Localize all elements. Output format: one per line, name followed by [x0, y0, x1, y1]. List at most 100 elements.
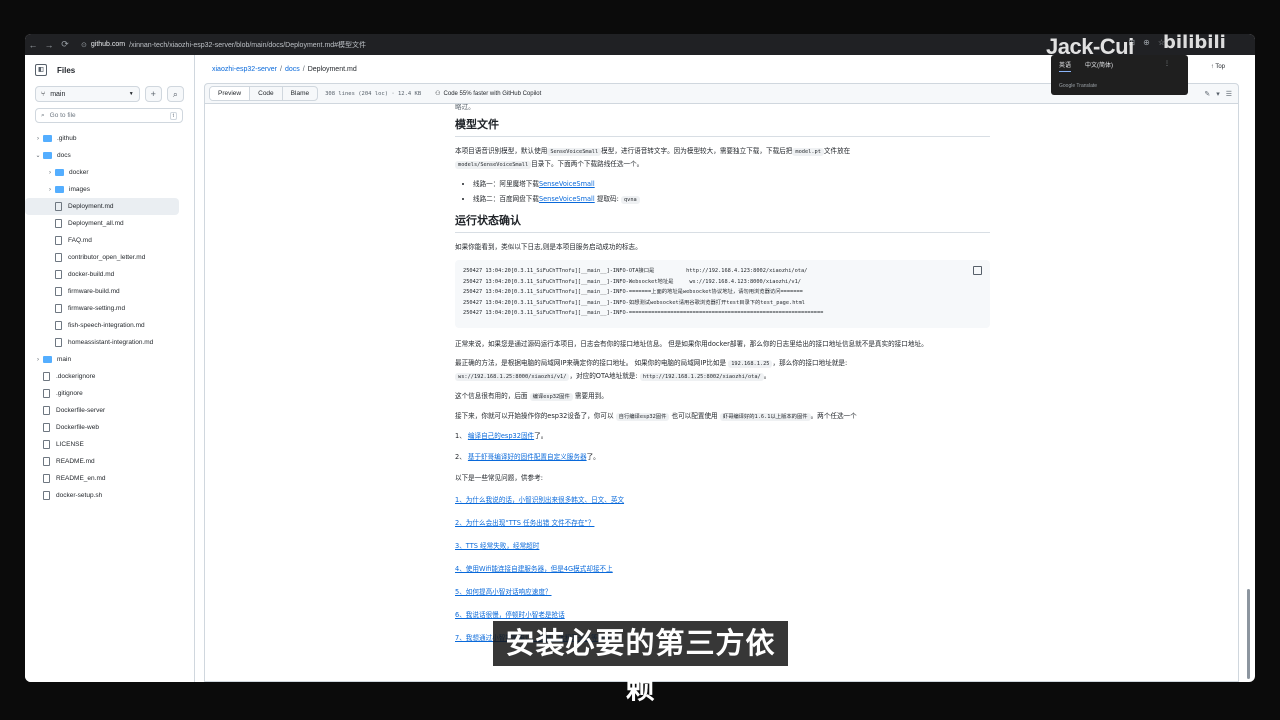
file-icon	[55, 287, 62, 296]
file-icon	[55, 304, 62, 313]
tree-file[interactable]: Deployment.md	[25, 198, 179, 215]
tree-folder[interactable]: › docker	[25, 164, 194, 181]
video-subtitle: 安装必要的第三方依赖	[493, 621, 788, 705]
folder-icon	[43, 135, 52, 142]
tree-file[interactable]: .gitignore	[25, 385, 194, 402]
edit-icon[interactable]: ✎	[1204, 90, 1210, 98]
tree-folder[interactable]: › main	[25, 351, 194, 368]
forward-icon[interactable]: →	[41, 40, 57, 50]
paragraph-useful: 这个信息很有用的，后面 编译esp32固件 需要用到。	[455, 392, 608, 401]
tree-item-label: docker-build.md	[68, 271, 115, 278]
folder-icon	[43, 356, 52, 363]
breadcrumb-dir[interactable]: docs	[285, 66, 300, 73]
build-firmware-link[interactable]: 编译自己的esp32固件	[468, 432, 534, 440]
paragraph-correct-method: 最正确的方法，是根据电脑的局域网IP来确定你的接口地址。 如果你的电脑的局域网I…	[455, 359, 848, 381]
file-icon	[43, 372, 50, 381]
tree-item-label: .dockerignore	[56, 373, 96, 380]
faq-link[interactable]: 6、我说话很慢，停顿时小智老是抢话	[455, 611, 565, 619]
file-icon	[43, 423, 50, 432]
file-icon	[43, 491, 50, 500]
tab-code[interactable]: Code	[250, 87, 283, 100]
tree-file[interactable]: fish-speech-integration.md	[25, 317, 194, 334]
chevron-right-icon: ›	[37, 135, 39, 142]
copilot-promo[interactable]: ⚇ Code 55% faster with GitHub Copilot	[435, 90, 541, 98]
log-line: 250427 13:04:20[0.3.11_SiFuChTTnofu][__m…	[463, 289, 803, 295]
faq-link[interactable]: 2、为什么会出现“TTS 任务出错 文件不存在”？	[455, 519, 594, 527]
tree-item-label: Dockerfile-server	[56, 407, 106, 414]
outline-icon[interactable]: ☰	[1226, 90, 1232, 98]
file-icon	[55, 338, 62, 347]
tab-blame[interactable]: Blame	[283, 87, 317, 100]
reload-icon[interactable]: ⟳	[57, 39, 73, 50]
tree-item-label: Deployment_all.md	[68, 220, 124, 227]
tree-file[interactable]: docker-build.md	[25, 266, 194, 283]
modelscope-link[interactable]: SenseVoiceSmall	[539, 180, 595, 188]
tree-file[interactable]: Dockerfile-server	[25, 402, 194, 419]
more-options-icon[interactable]: ▾	[1216, 90, 1220, 98]
add-file-button[interactable]: +	[144, 86, 162, 102]
file-icon	[55, 202, 62, 211]
tab-preview[interactable]: Preview	[210, 87, 251, 100]
faq-item: 1、为什么我说的话，小智识别出来很多韩文、日文、英文	[455, 494, 990, 506]
tree-file[interactable]: Dockerfile-web	[25, 419, 194, 436]
back-icon[interactable]: ←	[25, 40, 41, 50]
heading-run-status: 运行状态确认	[455, 214, 990, 233]
tree-file[interactable]: README.md	[25, 453, 194, 470]
go-to-file-placeholder: Go to file	[49, 112, 76, 119]
baidu-pan-link[interactable]: SenseVoiceSmall	[539, 195, 595, 203]
tree-file[interactable]: .dockerignore	[25, 368, 194, 385]
file-icon	[55, 236, 62, 245]
faq-link[interactable]: 3、TTS 经常失败，经常超时	[455, 542, 539, 550]
tree-item-label: firmware-build.md	[68, 288, 120, 295]
tree-file[interactable]: firmware-setting.md	[25, 300, 194, 317]
option-1: 1、 编译自己的esp32固件了。	[455, 432, 548, 440]
paragraph-normal: 正常来说，如果您是通过源码运行本项目，日志会有你的接口地址信息。 但是如果你用d…	[455, 340, 928, 348]
collapse-sidebar-icon[interactable]: ◧	[35, 64, 47, 76]
tree-item-label: images	[69, 186, 90, 193]
tree-file[interactable]: firmware-build.md	[25, 283, 194, 300]
go-to-file-input[interactable]: ⌕ Go to file t	[35, 108, 183, 123]
paragraph-status: 如果你能看到，类似以下日志,则是本项目服务启动成功的标志。	[455, 243, 642, 251]
tree-file[interactable]: Deployment_all.md	[25, 215, 194, 232]
faq-link[interactable]: 5、如何提高小智对话响应速度？	[455, 588, 552, 596]
tree-item-label: fish-speech-integration.md	[68, 322, 145, 329]
branch-selector[interactable]: ⑂ main ▼	[35, 86, 140, 102]
tree-file[interactable]: FAQ.md	[25, 232, 194, 249]
top-link[interactable]: ↑ Top	[1211, 64, 1225, 70]
tree-item-label: firmware-setting.md	[68, 305, 126, 312]
tree-item-label: FAQ.md	[68, 237, 92, 244]
zoom-icon[interactable]: ⊕	[1143, 38, 1150, 47]
translate-source-tab[interactable]: 英语	[1059, 60, 1072, 72]
page-scrollbar[interactable]	[1247, 589, 1250, 679]
chevron-right-icon: ›	[37, 356, 39, 363]
site-info-icon[interactable]: ⊙	[81, 41, 87, 49]
tree-folder[interactable]: › .github	[25, 130, 194, 147]
tree-file[interactable]: homeassistant-integration.md	[25, 334, 194, 351]
search-icon[interactable]: ⌕	[166, 86, 184, 102]
tree-file[interactable]: README_en.md	[25, 470, 194, 487]
translate-target-tab[interactable]: 中文(简体)	[1085, 60, 1113, 72]
tree-item-label: docker	[69, 169, 89, 176]
translate-popup: 英语 中文(简体) ⋮ Google Translate	[1051, 55, 1188, 95]
url-path: /xinnan-tech/xiaozhi-esp32-server/blob/m…	[129, 41, 367, 49]
file-tree: › .github ⌄ docs › docker › images Deployment.md…	[25, 130, 194, 504]
log-line: 250427 13:04:20[0.3.11_SiFuChTTnofu][__m…	[463, 310, 824, 316]
tree-file[interactable]: docker-setup.sh	[25, 487, 194, 504]
address-bar[interactable]: ⊙ github.com/xinnan-tech/xiaozhi-esp32-s…	[81, 40, 366, 50]
breadcrumb-repo[interactable]: xiaozhi-esp32-server	[212, 66, 277, 73]
copy-icon[interactable]	[973, 266, 982, 275]
folder-icon	[55, 169, 64, 176]
faq-link[interactable]: 1、为什么我说的话，小智识别出来很多韩文、日文、英文	[455, 496, 624, 504]
bilibili-logo: bilibili	[1163, 32, 1226, 53]
file-icon	[43, 457, 50, 466]
config-firmware-link[interactable]: 基于虾哥编译好的固件配置自定义服务器	[468, 453, 587, 461]
tree-file[interactable]: LICENSE	[25, 436, 194, 453]
tree-file[interactable]: contributor_open_letter.md	[25, 249, 194, 266]
paragraph-next: 接下来，你就可以开始操作你的esp32设备了，你可以 自行编译esp32固件 也…	[455, 412, 857, 421]
markdown-viewer: 略过。 模型文件 本项目语音识别模型，默认使用 SenseVoiceSmall 模型…	[204, 104, 1239, 682]
chevron-down-icon: ⌄	[35, 153, 41, 159]
faq-link[interactable]: 4、使用Wifi能连接自建服务器，但是4G模式却接不上	[455, 565, 613, 573]
tree-folder[interactable]: ⌄ docs	[25, 147, 194, 164]
tree-folder[interactable]: › images	[25, 181, 194, 198]
more-options-icon[interactable]: ⋮	[1164, 60, 1170, 67]
